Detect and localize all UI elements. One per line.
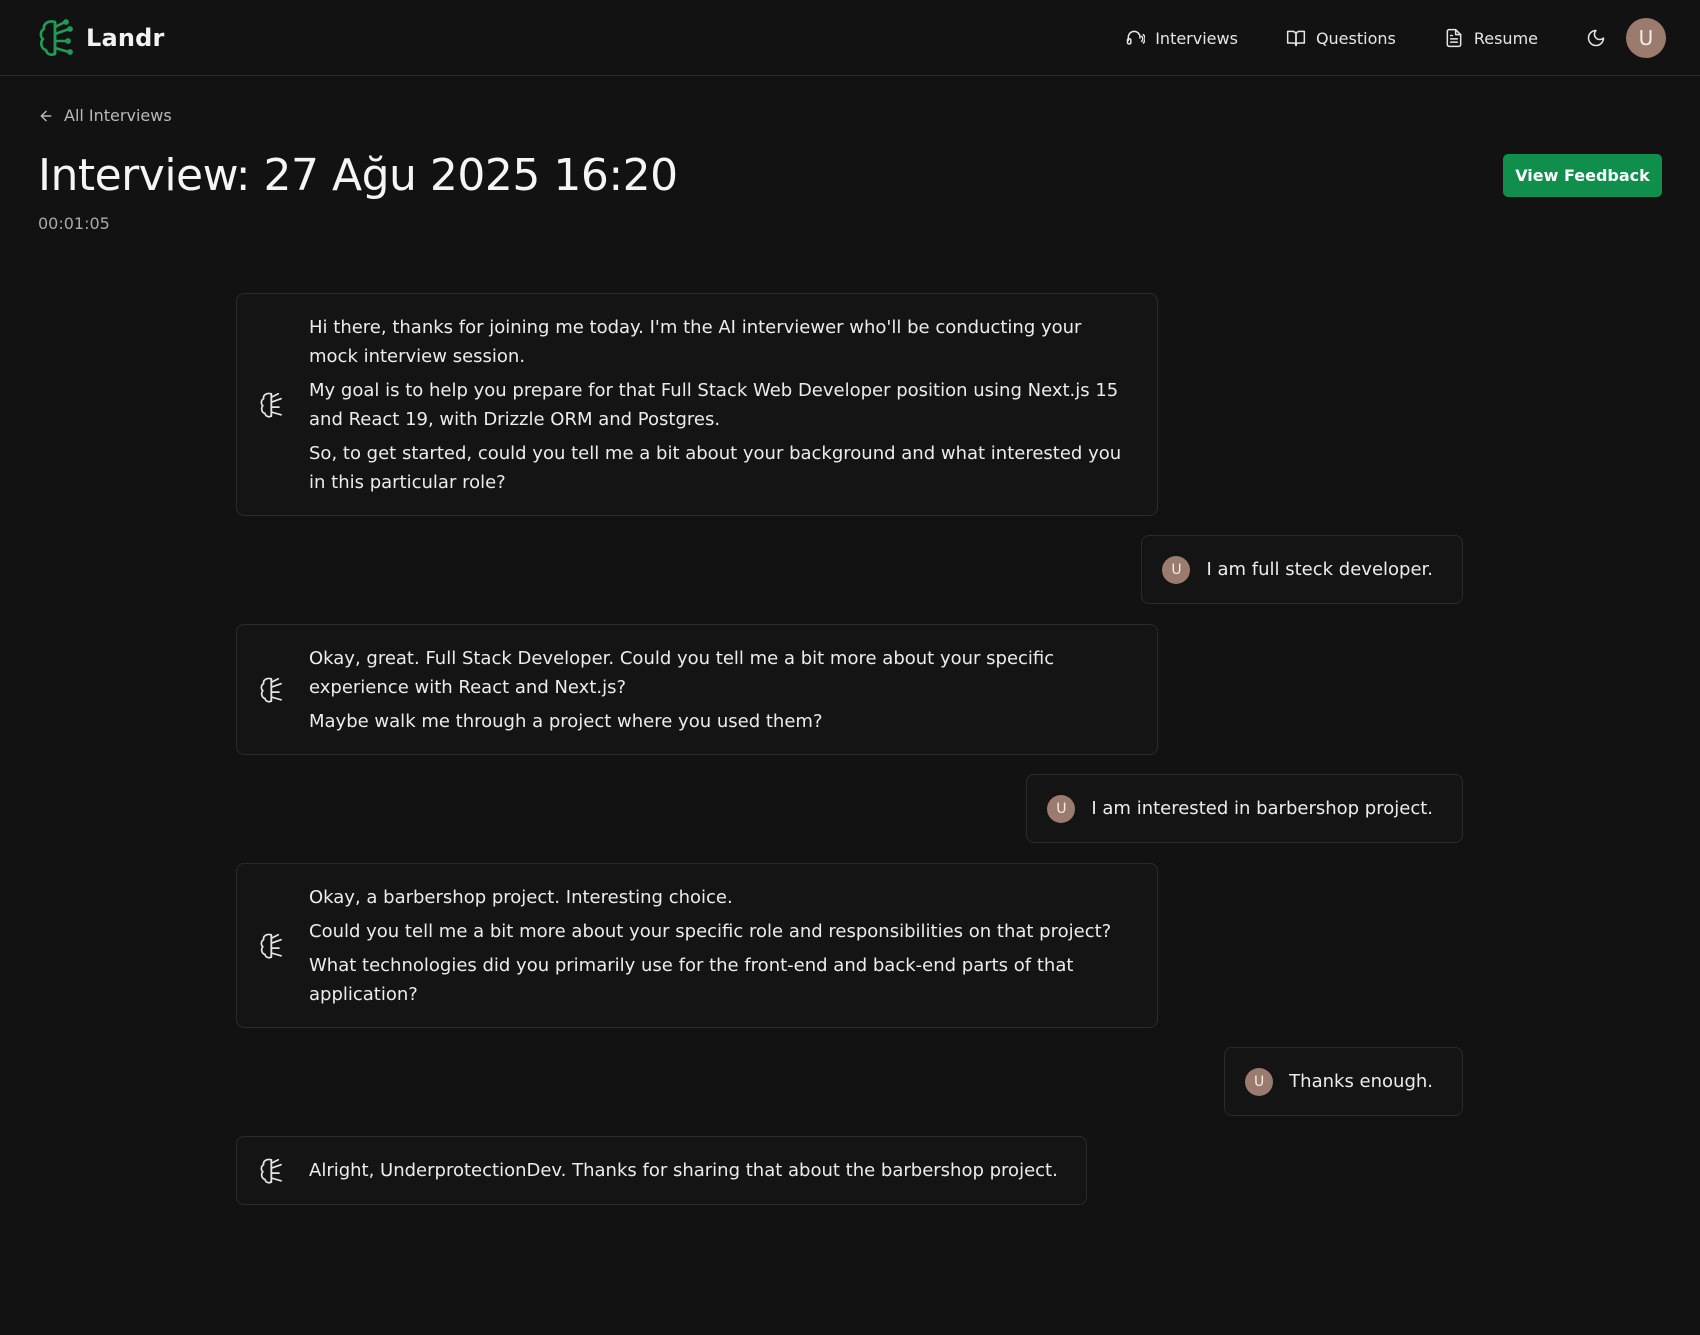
arrow-left-icon bbox=[40, 110, 52, 121]
user-message-text: I am interested in barbershop project. bbox=[1091, 798, 1433, 819]
nav-interviews-label: Interviews bbox=[1155, 28, 1238, 48]
user-avatar: U bbox=[1162, 555, 1191, 584]
ai-brain-icon bbox=[260, 1158, 282, 1184]
brand-name: Landr bbox=[86, 24, 165, 52]
ai-message-line: What technologies did you primarily use … bbox=[309, 955, 1074, 1005]
ai-message: Okay, a barbershop project. Interesting … bbox=[236, 863, 1158, 1028]
ai-brain-icon bbox=[260, 392, 282, 418]
ai-message-line: Okay, great. Full Stack Developer. Could… bbox=[309, 648, 1055, 698]
top-navbar: Landr Interviews Questions Resume U bbox=[0, 0, 1700, 76]
page-title: Interview: 27 Ağu 2025 16:20 bbox=[38, 150, 678, 201]
headset-icon bbox=[1126, 30, 1146, 45]
moon-icon bbox=[1587, 29, 1605, 47]
back-link[interactable]: All Interviews bbox=[38, 106, 172, 125]
ai-message-line: Maybe walk me through a project where yo… bbox=[309, 711, 823, 732]
brand-logo-link[interactable]: Landr bbox=[38, 18, 165, 58]
user-message-text: Thanks enough. bbox=[1289, 1071, 1433, 1092]
theme-toggle-button[interactable] bbox=[1576, 18, 1616, 58]
nav-interviews[interactable]: Interviews bbox=[1125, 18, 1238, 58]
back-link-label: All Interviews bbox=[64, 106, 172, 125]
ai-brain-icon bbox=[260, 933, 282, 959]
ai-message-line: My goal is to help you prepare for that … bbox=[309, 380, 1119, 430]
ai-brain-icon bbox=[260, 677, 282, 703]
book-icon bbox=[1286, 30, 1306, 47]
nav-questions-label: Questions bbox=[1315, 28, 1396, 48]
user-avatar-button[interactable]: U bbox=[1626, 18, 1666, 58]
view-feedback-button[interactable]: View Feedback bbox=[1503, 154, 1662, 197]
user-message: U Thanks enough. bbox=[1224, 1047, 1463, 1116]
brain-logo-icon bbox=[39, 19, 73, 56]
ai-message: Alright, UnderprotectionDev. Thanks for … bbox=[236, 1136, 1087, 1205]
nav-resume[interactable]: Resume bbox=[1444, 18, 1538, 58]
ai-message-line: Hi there, thanks for joining me today. I… bbox=[309, 317, 1082, 367]
document-icon bbox=[1446, 28, 1462, 48]
nav-questions[interactable]: Questions bbox=[1286, 18, 1396, 58]
ai-message-line: Could you tell me a bit more about your … bbox=[309, 921, 1112, 942]
nav-resume-label: Resume bbox=[1473, 28, 1538, 48]
user-avatar: U bbox=[1047, 794, 1076, 823]
ai-message-line: Okay, a barbershop project. Interesting … bbox=[309, 887, 733, 908]
main-nav: Interviews Questions Resume U bbox=[1125, 18, 1666, 58]
user-message-text: I am full steck developer. bbox=[1206, 559, 1433, 580]
user-avatar: U bbox=[1245, 1067, 1274, 1096]
user-message: U I am interested in barbershop project. bbox=[1026, 774, 1463, 843]
interview-duration: 00:01:05 bbox=[38, 214, 110, 233]
ai-message: Hi there, thanks for joining me today. I… bbox=[236, 293, 1158, 516]
user-message: U I am full steck developer. bbox=[1141, 535, 1463, 604]
ai-message-line: Alright, UnderprotectionDev. Thanks for … bbox=[309, 1160, 1058, 1181]
ai-message-line: So, to get started, could you tell me a … bbox=[309, 443, 1122, 493]
ai-message: Okay, great. Full Stack Developer. Could… bbox=[236, 624, 1158, 755]
